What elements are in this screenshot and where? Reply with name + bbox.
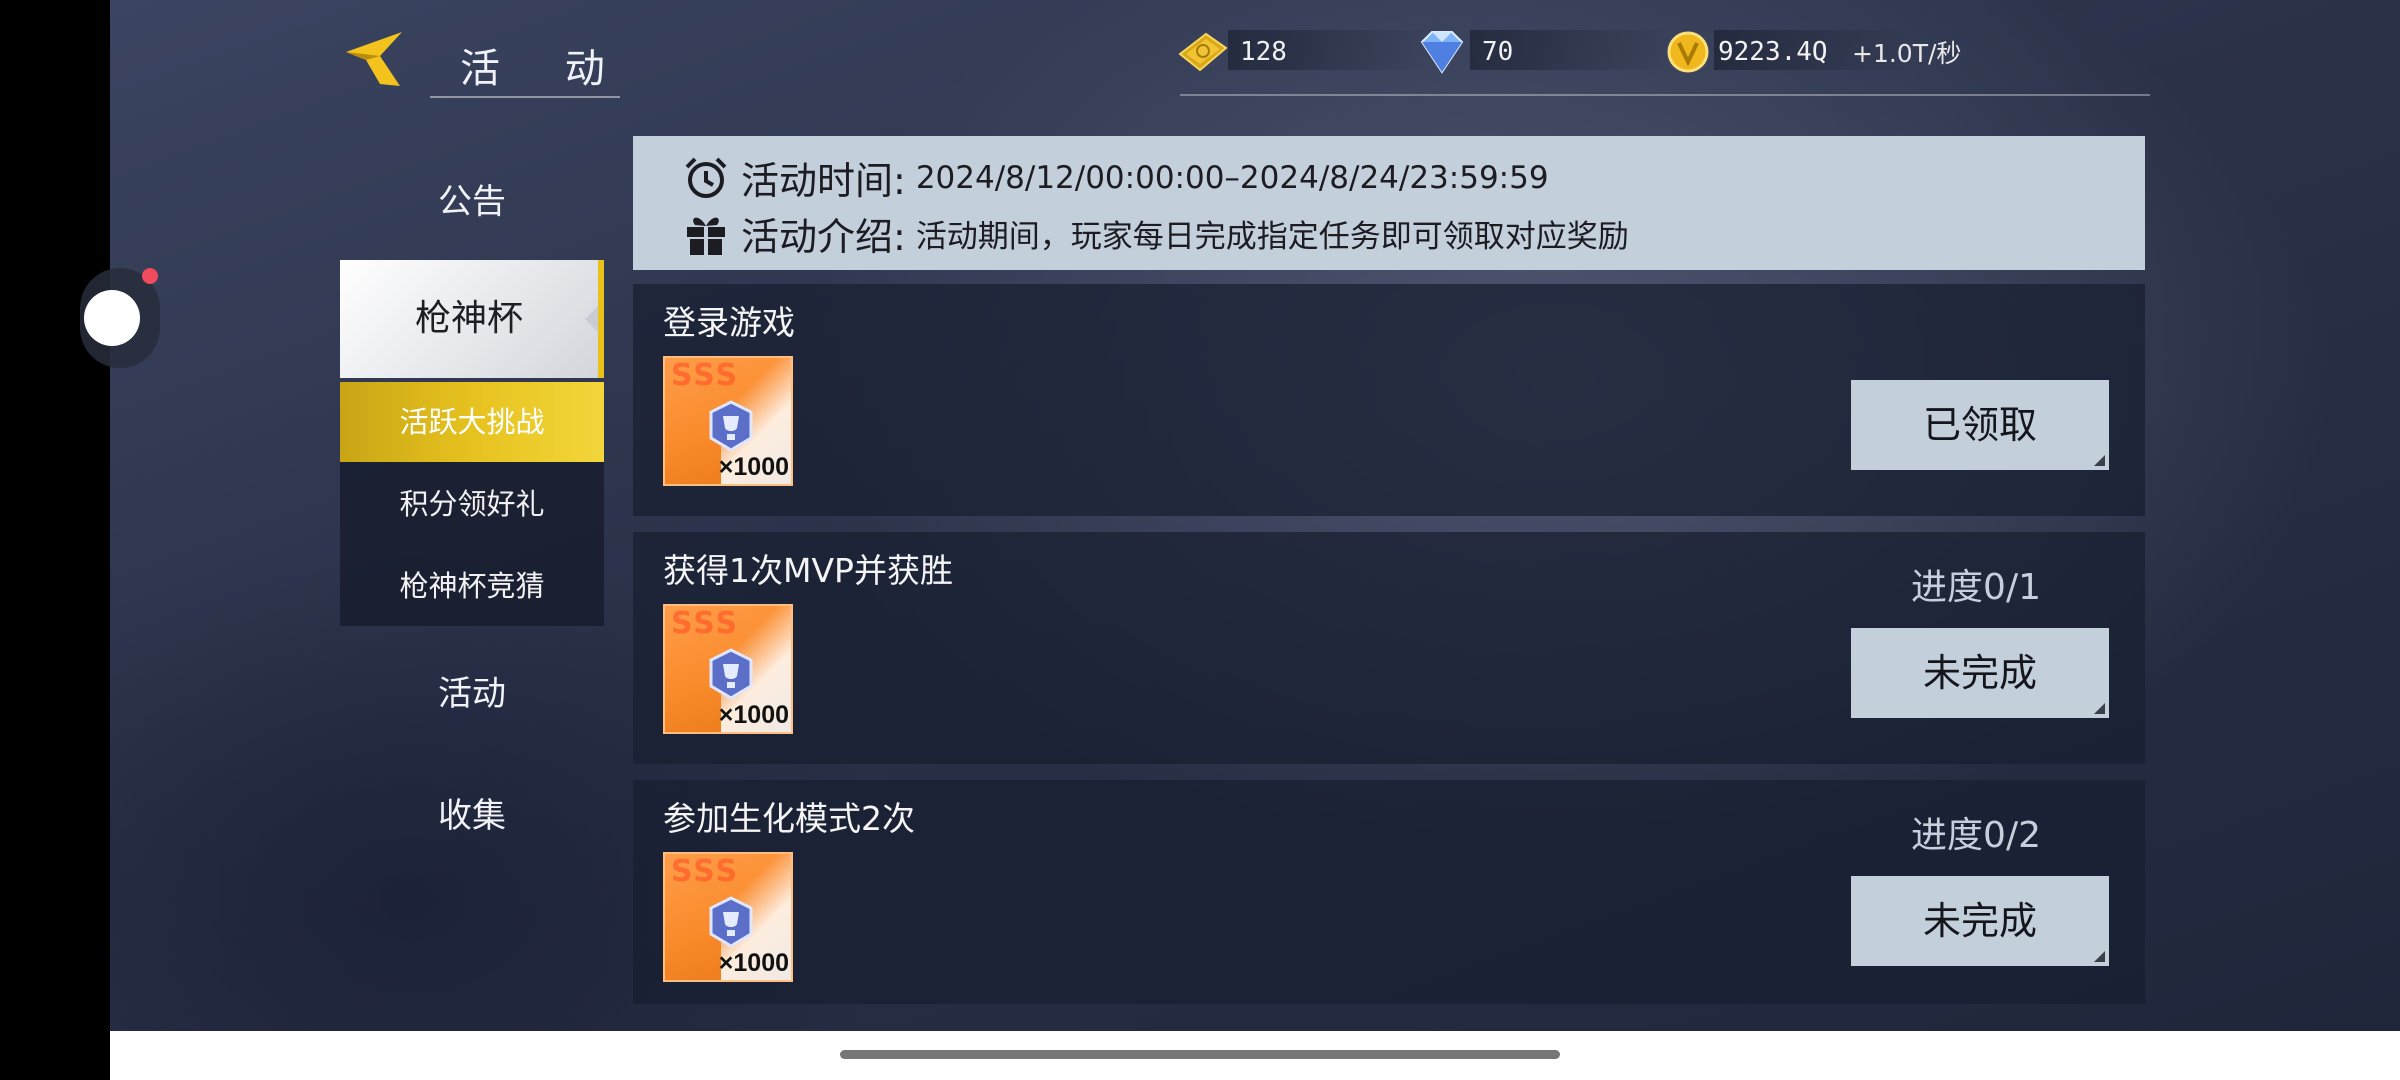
left-black-bar xyxy=(0,0,110,1080)
task-progress: 进度0/1 xyxy=(1911,567,2041,608)
diamond-value: 70 xyxy=(1482,37,1514,67)
trophy-emblem-icon xyxy=(709,896,753,948)
incomplete-button[interactable]: 未完成 xyxy=(1851,876,2109,966)
event-intro-label: 活动介绍: xyxy=(741,215,906,259)
event-intro-value: 活动期间，玩家每日完成指定任务即可领取对应奖励 xyxy=(915,219,1629,255)
corner-mark-icon xyxy=(2094,703,2105,714)
nav-item-activity[interactable]: 活动 xyxy=(340,666,604,715)
gold-voucher-counter[interactable]: 128 xyxy=(1176,30,1287,74)
event-time-value: 2024/8/12/00:00:00–2024/8/24/23:59:59 xyxy=(915,159,1549,196)
alarm-clock-icon xyxy=(685,157,727,198)
diamond-icon xyxy=(1420,31,1464,74)
claimed-button[interactable]: 已领取 xyxy=(1851,380,2109,470)
subnav-item-active-challenge[interactable]: 活跃大挑战 xyxy=(340,382,604,462)
button-label: 已领取 xyxy=(1922,403,2037,447)
reward-item[interactable]: SSS ×1000 xyxy=(663,852,793,982)
task-title: 参加生化模式2次 xyxy=(663,799,915,838)
nav-item-collection[interactable]: 收集 xyxy=(340,788,604,837)
nav-item-label: 枪神杯 xyxy=(414,298,523,339)
title-underline xyxy=(430,96,620,98)
reward-item[interactable]: SSS ×1000 xyxy=(663,356,793,486)
incomplete-button[interactable]: 未完成 xyxy=(1851,628,2109,718)
reward-quantity: ×1000 xyxy=(718,701,789,729)
trophy-emblem-icon xyxy=(709,648,753,700)
nav-item-gun-god-cup[interactable]: 枪神杯 xyxy=(340,260,604,378)
task-card: 登录游戏 SSS ×1000 已领取 xyxy=(633,284,2145,516)
event-info-panel: 活动时间: 2024/8/12/00:00:00–2024/8/24/23:59… xyxy=(633,136,2145,270)
floating-assist-ball[interactable] xyxy=(80,268,160,368)
reward-quantity: ×1000 xyxy=(718,453,789,481)
nav-item-announcement[interactable]: 公告 xyxy=(340,174,604,223)
button-label: 未完成 xyxy=(1922,899,2037,943)
home-indicator[interactable] xyxy=(840,1050,1560,1059)
diamond-counter[interactable]: 70 xyxy=(1414,30,1513,74)
coin-counter[interactable]: 9223.4Q xyxy=(1666,30,1828,74)
corner-mark-icon xyxy=(2094,951,2105,962)
subnav-item-points-gifts[interactable]: 积分领好礼 xyxy=(340,464,604,544)
gold-voucher-value: 128 xyxy=(1240,37,1287,67)
event-intro-row: 活动介绍: 活动期间，玩家每日完成指定任务即可领取对应奖励 xyxy=(683,206,1629,261)
page-title: 活 动 xyxy=(460,46,631,92)
assist-ball-dot xyxy=(84,290,140,346)
task-title: 获得1次MVP并获胜 xyxy=(663,551,953,590)
resource-underline xyxy=(1180,94,2150,96)
coin-value: 9223.4Q xyxy=(1718,37,1828,67)
gift-icon xyxy=(687,217,725,255)
event-time-label: 活动时间: xyxy=(741,159,906,203)
reward-item[interactable]: SSS ×1000 xyxy=(663,604,793,734)
notification-dot-icon xyxy=(142,268,158,284)
trophy-emblem-icon xyxy=(709,400,753,452)
event-time-row: 活动时间: 2024/8/12/00:00:00–2024/8/24/23:59… xyxy=(683,150,1549,205)
active-pointer-icon xyxy=(585,306,598,332)
reward-quantity: ×1000 xyxy=(718,949,789,977)
back-arrow-icon xyxy=(346,32,402,86)
gold-voucher-icon xyxy=(1178,32,1228,72)
back-button[interactable] xyxy=(340,28,410,90)
button-label: 未完成 xyxy=(1922,651,2037,695)
coin-rate: +1.0T/秒 xyxy=(1852,39,1962,68)
coin-icon xyxy=(1667,31,1709,73)
subnav: 活跃大挑战 积分领好礼 枪神杯竞猜 xyxy=(340,382,604,626)
task-card: 参加生化模式2次 进度0/2 SSS ×1000 未完成 xyxy=(633,780,2145,1004)
task-progress: 进度0/2 xyxy=(1911,815,2041,856)
task-title: 登录游戏 xyxy=(663,303,795,342)
subnav-item-cup-guess[interactable]: 枪神杯竞猜 xyxy=(340,546,604,626)
corner-mark-icon xyxy=(2094,455,2105,466)
task-card: 获得1次MVP并获胜 进度0/1 SSS ×1000 未完成 xyxy=(633,532,2145,764)
